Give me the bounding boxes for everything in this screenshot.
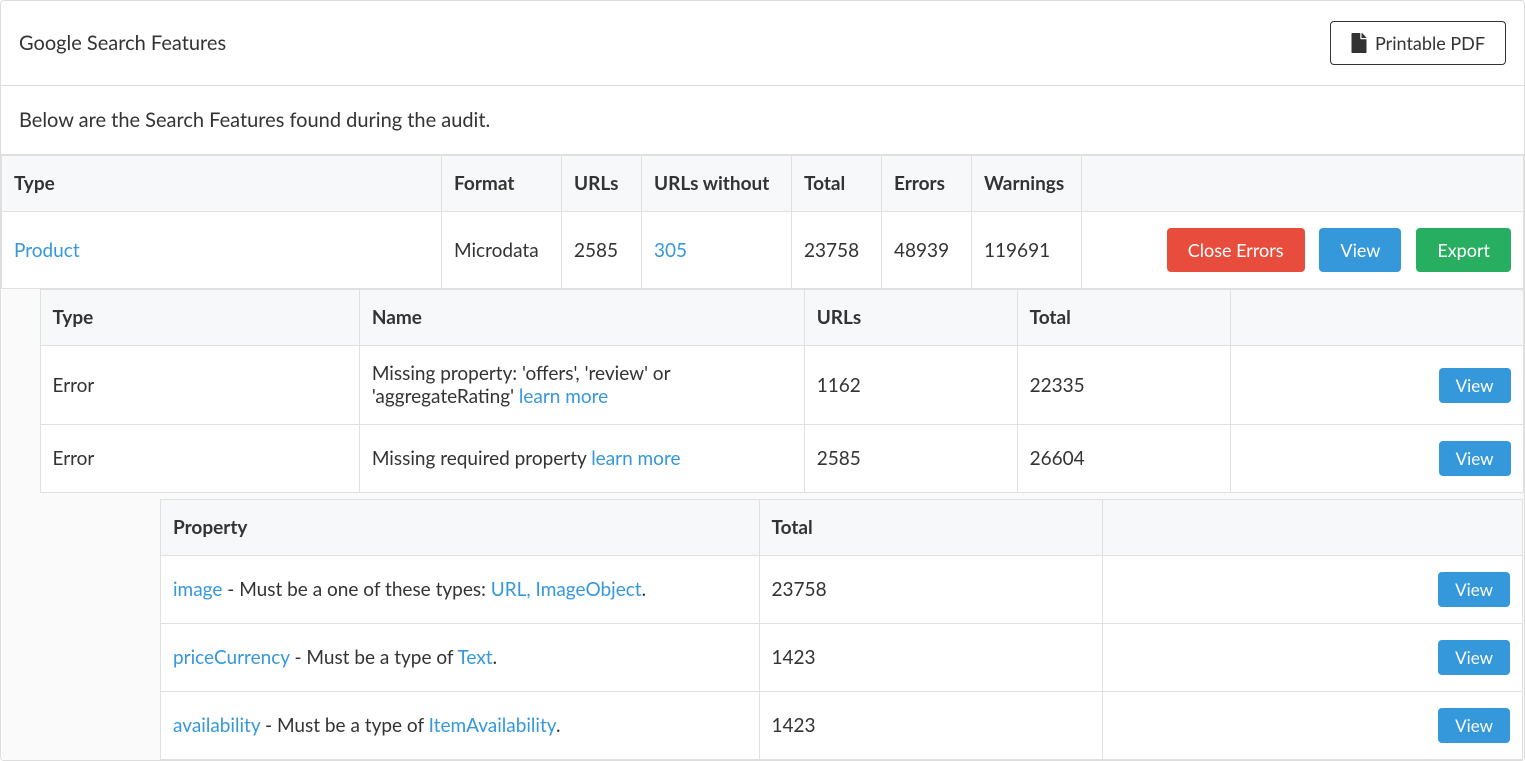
error-type-cell: Error [40,425,359,493]
col-total: Total [759,500,1103,556]
table-row: availability - Must be a type of ItemAva… [161,692,1523,760]
table-row: image - Must be a one of these types: UR… [161,556,1523,624]
table-row: priceCurrency - Must be a type of Text. … [161,624,1523,692]
panel-description: Below are the Search Features found duri… [1,86,1524,155]
export-button[interactable]: Export [1416,228,1511,272]
errors-cell: 48939 [882,212,972,289]
errors-table: Type Name URLs Total Error [40,289,1524,760]
features-table: Type Format URLs URLs without Total Erro… [1,155,1524,760]
error-type-cell: Error [40,346,359,425]
format-cell: Microdata [442,212,562,289]
type-link[interactable]: Text [458,646,493,669]
error-name-cell: Missing required property learn more [359,425,804,493]
type-link[interactable]: URL, ImageObject [491,578,642,601]
urls-without-link[interactable]: 305 [654,239,687,262]
property-total-cell: 1423 [759,624,1103,692]
property-total-cell: 23758 [759,556,1103,624]
property-mid: - Must be a type of [290,646,458,669]
col-urls-without: URLs without [642,156,792,212]
error-total-cell: 26604 [1017,425,1230,493]
property-link[interactable]: availability [173,714,260,737]
property-total-cell: 1423 [759,692,1103,760]
property-cell: priceCurrency - Must be a type of Text. [161,624,760,692]
property-link[interactable]: image [173,578,222,601]
col-warnings: Warnings [972,156,1082,212]
error-urls-cell: 1162 [804,346,1017,425]
error-total-cell: 22335 [1017,346,1230,425]
col-errors: Errors [882,156,972,212]
property-tail: . [493,646,497,669]
view-button[interactable]: View [1439,368,1511,403]
table-row: Error Missing property: 'offers', 'revie… [40,346,1523,425]
col-total: Total [1017,290,1230,346]
properties-table: Property Total [160,499,1523,760]
col-property: Property [161,500,760,556]
error-urls-cell: 2585 [804,425,1017,493]
view-button[interactable]: View [1438,708,1510,743]
col-actions [1230,290,1523,346]
file-icon [1351,33,1367,53]
col-format: Format [442,156,562,212]
close-errors-button[interactable]: Close Errors [1167,228,1305,272]
col-name: Name [359,290,804,346]
property-mid: - Must be a one of these types: [222,578,490,601]
property-link[interactable]: priceCurrency [173,646,290,669]
property-tail: . [642,578,646,601]
table-row: Product Microdata 2585 305 23758 48939 1… [2,212,1524,289]
learn-more-link[interactable]: learn more [591,447,680,470]
learn-more-link[interactable]: learn more [519,385,608,408]
table-row: Error Missing required property learn mo… [40,425,1523,493]
panel-header: Google Search Features Printable PDF [1,1,1524,86]
error-name-text: Missing required property [372,447,591,470]
urls-cell: 2585 [562,212,642,289]
property-mid: - Must be a type of [260,714,428,737]
product-type-link[interactable]: Product [14,239,80,262]
col-total: Total [792,156,882,212]
property-tail: . [556,714,560,737]
printable-pdf-label: Printable PDF [1375,32,1485,54]
page-title: Google Search Features [19,31,226,55]
col-urls: URLs [562,156,642,212]
view-button[interactable]: View [1319,228,1401,272]
total-cell: 23758 [792,212,882,289]
property-cell: image - Must be a one of these types: UR… [161,556,760,624]
col-actions [1103,500,1523,556]
col-type: Type [2,156,442,212]
warnings-cell: 119691 [972,212,1082,289]
view-button[interactable]: View [1438,640,1510,675]
col-actions [1082,156,1524,212]
type-link[interactable]: ItemAvailability [429,714,556,737]
view-button[interactable]: View [1439,441,1511,476]
property-cell: availability - Must be a type of ItemAva… [161,692,760,760]
error-name-cell: Missing property: 'offers', 'review' or … [359,346,804,425]
col-type: Type [40,290,359,346]
printable-pdf-button[interactable]: Printable PDF [1330,21,1506,65]
col-urls: URLs [804,290,1017,346]
view-button[interactable]: View [1438,572,1510,607]
